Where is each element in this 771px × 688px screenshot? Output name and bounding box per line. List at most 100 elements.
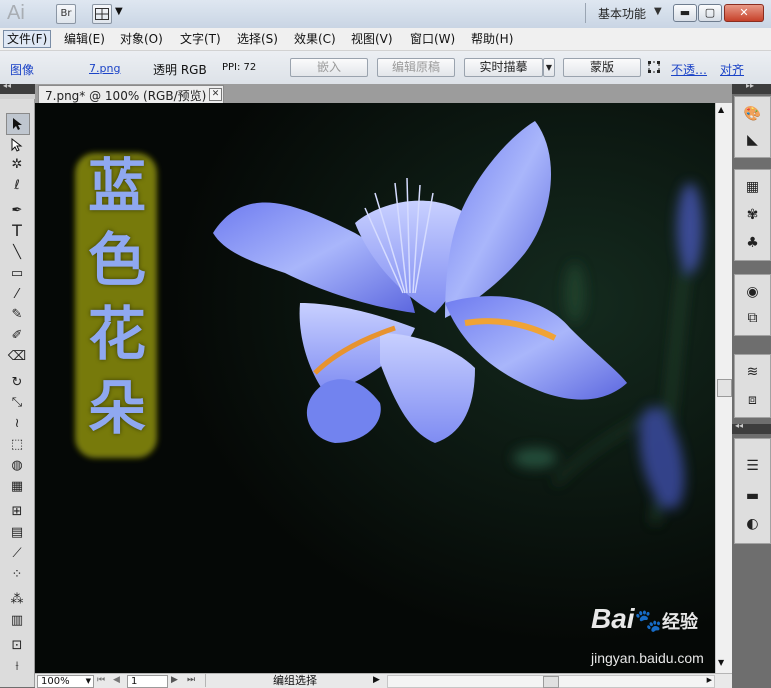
- workspace-switcher[interactable]: 基本功能: [598, 5, 646, 22]
- brushes-icon[interactable]: ✾: [735, 202, 770, 228]
- eraser-tool-icon[interactable]: ⌫: [6, 347, 28, 367]
- panel-dock-header[interactable]: ▸▸: [732, 81, 771, 94]
- minimize-button[interactable]: ▬: [673, 4, 697, 22]
- stroke-icon[interactable]: ☰: [735, 453, 770, 479]
- zoom-select[interactable]: 100% ▼: [37, 675, 94, 688]
- first-page-icon[interactable]: ⏮: [97, 675, 105, 685]
- symbol-sprayer-tool-icon[interactable]: ⁂: [6, 590, 28, 610]
- scroll-down-icon[interactable]: ▼: [718, 658, 724, 667]
- menu-select[interactable]: 选择(S): [234, 31, 281, 47]
- rectangle-tool-icon[interactable]: ▭: [6, 264, 28, 284]
- maximize-button[interactable]: ▢: [698, 4, 722, 22]
- image-link[interactable]: 图像: [10, 61, 34, 78]
- symbols-icon[interactable]: ♣: [735, 230, 770, 256]
- chevron-down-icon[interactable]: ▼: [86, 676, 91, 687]
- column-graph-tool-icon[interactable]: ▥: [6, 611, 28, 631]
- page-select[interactable]: 1: [127, 675, 168, 688]
- color-icon[interactable]: 🎨: [735, 101, 770, 127]
- arrange-documents-icon[interactable]: [92, 4, 112, 24]
- blend-tool-icon[interactable]: ⁘: [6, 565, 28, 585]
- live-trace-options-dropdown[interactable]: ▼: [543, 58, 555, 77]
- mesh-tool-icon[interactable]: ⊞: [6, 502, 28, 522]
- status-menu-arrow-icon[interactable]: ▶: [373, 675, 380, 685]
- magic-wand-tool-icon[interactable]: ✲: [6, 155, 28, 175]
- artboard-canvas[interactable]: 蓝 色 花 朵 Bai🐾经验 jingyan.baidu.com: [35, 103, 715, 673]
- scale-tool-icon[interactable]: ⤡: [6, 393, 28, 413]
- scroll-right-icon[interactable]: ▶: [707, 676, 712, 684]
- illustrator-logo: Ai: [7, 2, 25, 24]
- color-guide-icon[interactable]: ◣: [735, 127, 770, 153]
- vertical-scrollbar[interactable]: ▲ ▼: [715, 103, 733, 673]
- chevron-down-icon[interactable]: ▼: [654, 6, 662, 17]
- type-tool-icon[interactable]: T: [6, 221, 28, 241]
- embed-button[interactable]: 嵌入: [290, 58, 368, 77]
- edit-original-button[interactable]: 编辑原稿: [377, 58, 455, 77]
- warp-tool-icon[interactable]: ≀: [6, 414, 28, 434]
- scroll-thumb[interactable]: [717, 379, 732, 397]
- menu-object[interactable]: 对象(O): [117, 31, 166, 47]
- previous-page-icon[interactable]: ◀: [113, 675, 120, 685]
- chevron-down-icon[interactable]: ▼: [115, 6, 123, 17]
- scroll-up-icon[interactable]: ▲: [718, 105, 724, 114]
- vertical-title-text: 蓝 色 花 朵: [78, 149, 156, 445]
- next-page-icon[interactable]: ▶: [171, 675, 178, 685]
- panel-group-layers: ≋ ⧈: [734, 354, 771, 418]
- swatches-icon[interactable]: ▦: [735, 174, 770, 200]
- menu-effect[interactable]: 效果(C): [291, 31, 339, 47]
- filename-link[interactable]: 7.png: [89, 62, 120, 75]
- horizontal-scrollbar[interactable]: ▶: [387, 675, 715, 688]
- document-tab-title: 7.png* @ 100% (RGB/预览): [45, 89, 207, 103]
- menu-bar: 文件(F) 编辑(E) 对象(O) 文字(T) 选择(S) 效果(C) 视图(V…: [0, 28, 771, 51]
- rotate-tool-icon[interactable]: ↻: [6, 373, 28, 393]
- menu-type[interactable]: 文字(T): [177, 31, 224, 47]
- document-tab[interactable]: 7.png* @ 100% (RGB/预览) ✕: [38, 85, 224, 103]
- gradient-icon[interactable]: ▬: [735, 483, 770, 509]
- layers-icon[interactable]: ≋: [735, 359, 770, 385]
- opacity-link[interactable]: 不透…: [671, 61, 707, 78]
- status-bar: 100% ▼ ⏮ ◀ 1 ▶ ⏭ 编组选择 ▶ ▶: [35, 673, 732, 688]
- artboard-tool-icon[interactable]: ⊡: [6, 636, 28, 656]
- direct-selection-tool-icon[interactable]: [6, 135, 28, 155]
- panel-dock-header-2[interactable]: ◂◂: [732, 421, 771, 434]
- control-bar: 图像 7.png 透明 RGB PPI: 72 嵌入 编辑原稿 实时描摹 ▼ 蒙…: [0, 51, 771, 85]
- free-transform-tool-icon[interactable]: ⬚: [6, 435, 28, 455]
- transparency-icon[interactable]: ◐: [735, 511, 770, 537]
- menu-file[interactable]: 文件(F): [3, 30, 52, 48]
- title-char: 花: [87, 300, 146, 368]
- ppi-label: PPI: 72: [222, 62, 257, 73]
- paintbrush-tool-icon[interactable]: ⁄: [6, 285, 28, 305]
- artboards-icon[interactable]: ⧈: [735, 387, 770, 413]
- perspective-grid-tool-icon[interactable]: ▦: [6, 477, 28, 497]
- shape-builder-tool-icon[interactable]: ◍: [6, 456, 28, 476]
- pencil-tool-icon[interactable]: ✎: [6, 305, 28, 325]
- tools-panel-header[interactable]: ◂◂: [0, 81, 35, 94]
- panel-group-stroke: ☰ ▬ ◐: [734, 438, 771, 544]
- close-button[interactable]: ✕: [724, 4, 764, 22]
- eyedropper-tool-icon[interactable]: ⟋: [6, 544, 28, 564]
- scroll-thumb[interactable]: [543, 676, 559, 688]
- slice-tool-icon[interactable]: ⟊: [6, 657, 28, 677]
- blob-brush-tool-icon[interactable]: ✐: [6, 326, 28, 346]
- transform-icon[interactable]: [648, 61, 660, 76]
- appearance-icon[interactable]: ◉: [735, 279, 770, 305]
- mask-button[interactable]: 蒙版: [563, 58, 641, 77]
- title-char: 朵: [87, 374, 146, 442]
- align-link[interactable]: 对齐: [720, 61, 744, 78]
- menu-view[interactable]: 视图(V): [348, 31, 396, 47]
- lasso-tool-icon[interactable]: ℓ: [6, 176, 28, 196]
- selection-tool-icon[interactable]: [6, 113, 30, 135]
- close-tab-icon[interactable]: ✕: [209, 88, 222, 101]
- color-mode-label: 透明 RGB: [153, 63, 207, 77]
- graphic-styles-icon[interactable]: ⧉: [735, 305, 770, 331]
- separator: [585, 3, 586, 23]
- menu-window[interactable]: 窗口(W): [407, 31, 458, 47]
- menu-help[interactable]: 帮助(H): [468, 31, 516, 47]
- pen-tool-icon[interactable]: ✒: [6, 201, 28, 221]
- panel-group-appearance: ◉ ⧉: [734, 274, 771, 336]
- gradient-tool-icon[interactable]: ▤: [6, 523, 28, 543]
- menu-edit[interactable]: 编辑(E): [61, 31, 108, 47]
- bridge-button[interactable]: Br: [56, 4, 76, 24]
- line-tool-icon[interactable]: ╲: [6, 243, 28, 263]
- last-page-icon[interactable]: ⏭: [187, 675, 195, 685]
- live-trace-button[interactable]: 实时描摹: [464, 58, 543, 77]
